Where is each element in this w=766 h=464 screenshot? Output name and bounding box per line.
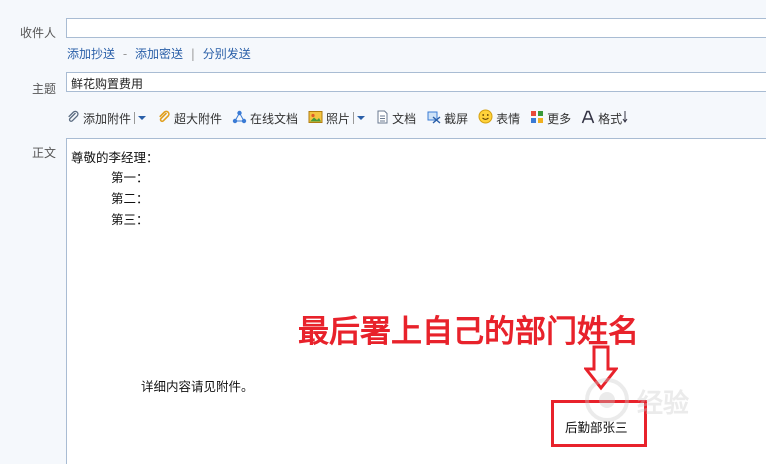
body-line-first: 第一： [111, 170, 149, 185]
watermark-logo: 经验 [585, 372, 765, 435]
screenshot-button[interactable]: 截屏 [426, 110, 468, 127]
emoji-button[interactable]: 表情 [478, 109, 520, 127]
body-line-second: 第二： [111, 191, 149, 206]
compose-toolbar: 添加附件 超大附件 在线文档 照片 文档 截屏 表情 更多 格式 [66, 108, 641, 128]
subject-label: 主题 [31, 82, 56, 96]
photo-label: 照片 [326, 111, 351, 126]
recipient-input[interactable] [66, 18, 766, 38]
big-attachment-button[interactable]: 超大附件 [157, 110, 222, 127]
watermark-text: 经验 [637, 388, 689, 419]
scissors-icon [426, 110, 444, 127]
recipient-label: 收件人 [19, 26, 56, 40]
more-label: 更多 [547, 111, 572, 126]
add-bcc-link[interactable]: 添加密送 [135, 47, 183, 61]
add-attachment-label: 添加附件 [83, 111, 132, 126]
recipient-links: 添加抄送 - 添加密送 | 分别发送 [67, 45, 251, 62]
chevron-down-icon [137, 111, 147, 125]
link-separator-bar: | [190, 47, 195, 61]
smiley-icon [478, 109, 496, 127]
screenshot-label: 截屏 [444, 111, 469, 126]
link-separator-dash: - [122, 47, 128, 61]
share-nodes-icon [232, 110, 250, 127]
emoji-label: 表情 [496, 111, 521, 126]
add-attachment-button[interactable]: 添加附件 [66, 110, 131, 127]
format-label: 格式 [598, 111, 623, 126]
more-button[interactable]: 更多 [530, 110, 571, 127]
big-attachment-label: 超大附件 [174, 111, 223, 126]
document-button[interactable]: 文档 [376, 110, 416, 127]
photo-dropdown-arrow[interactable] [356, 111, 366, 125]
toolbar-divider [353, 112, 355, 124]
subject-input[interactable]: 鲜花购置费用 [66, 72, 766, 92]
attachment-dropdown-arrow[interactable] [137, 111, 147, 125]
format-button[interactable]: 格式 [581, 110, 631, 127]
down-arrow-icon [622, 110, 631, 126]
document-label: 文档 [392, 111, 417, 126]
paperclip-icon [66, 110, 83, 127]
grid-icon [530, 110, 547, 127]
online-document-button[interactable]: 在线文档 [232, 110, 298, 127]
body-label: 正文 [31, 146, 56, 160]
add-cc-link[interactable]: 添加抄送 [67, 47, 115, 61]
body-attachment-note: 详细内容请见附件。 [141, 379, 254, 394]
body-greeting: 尊敬的李经理： [71, 150, 159, 165]
photo-icon [308, 110, 326, 127]
photo-button[interactable]: 照片 [308, 110, 350, 127]
large-paperclip-icon [157, 110, 174, 127]
body-line-third: 第三： [111, 212, 149, 227]
separate-send-link[interactable]: 分别发送 [203, 47, 251, 61]
font-format-icon [581, 110, 598, 127]
chevron-down-icon [356, 111, 366, 125]
toolbar-divider [134, 112, 136, 124]
online-document-label: 在线文档 [250, 111, 299, 126]
document-icon [376, 110, 392, 127]
